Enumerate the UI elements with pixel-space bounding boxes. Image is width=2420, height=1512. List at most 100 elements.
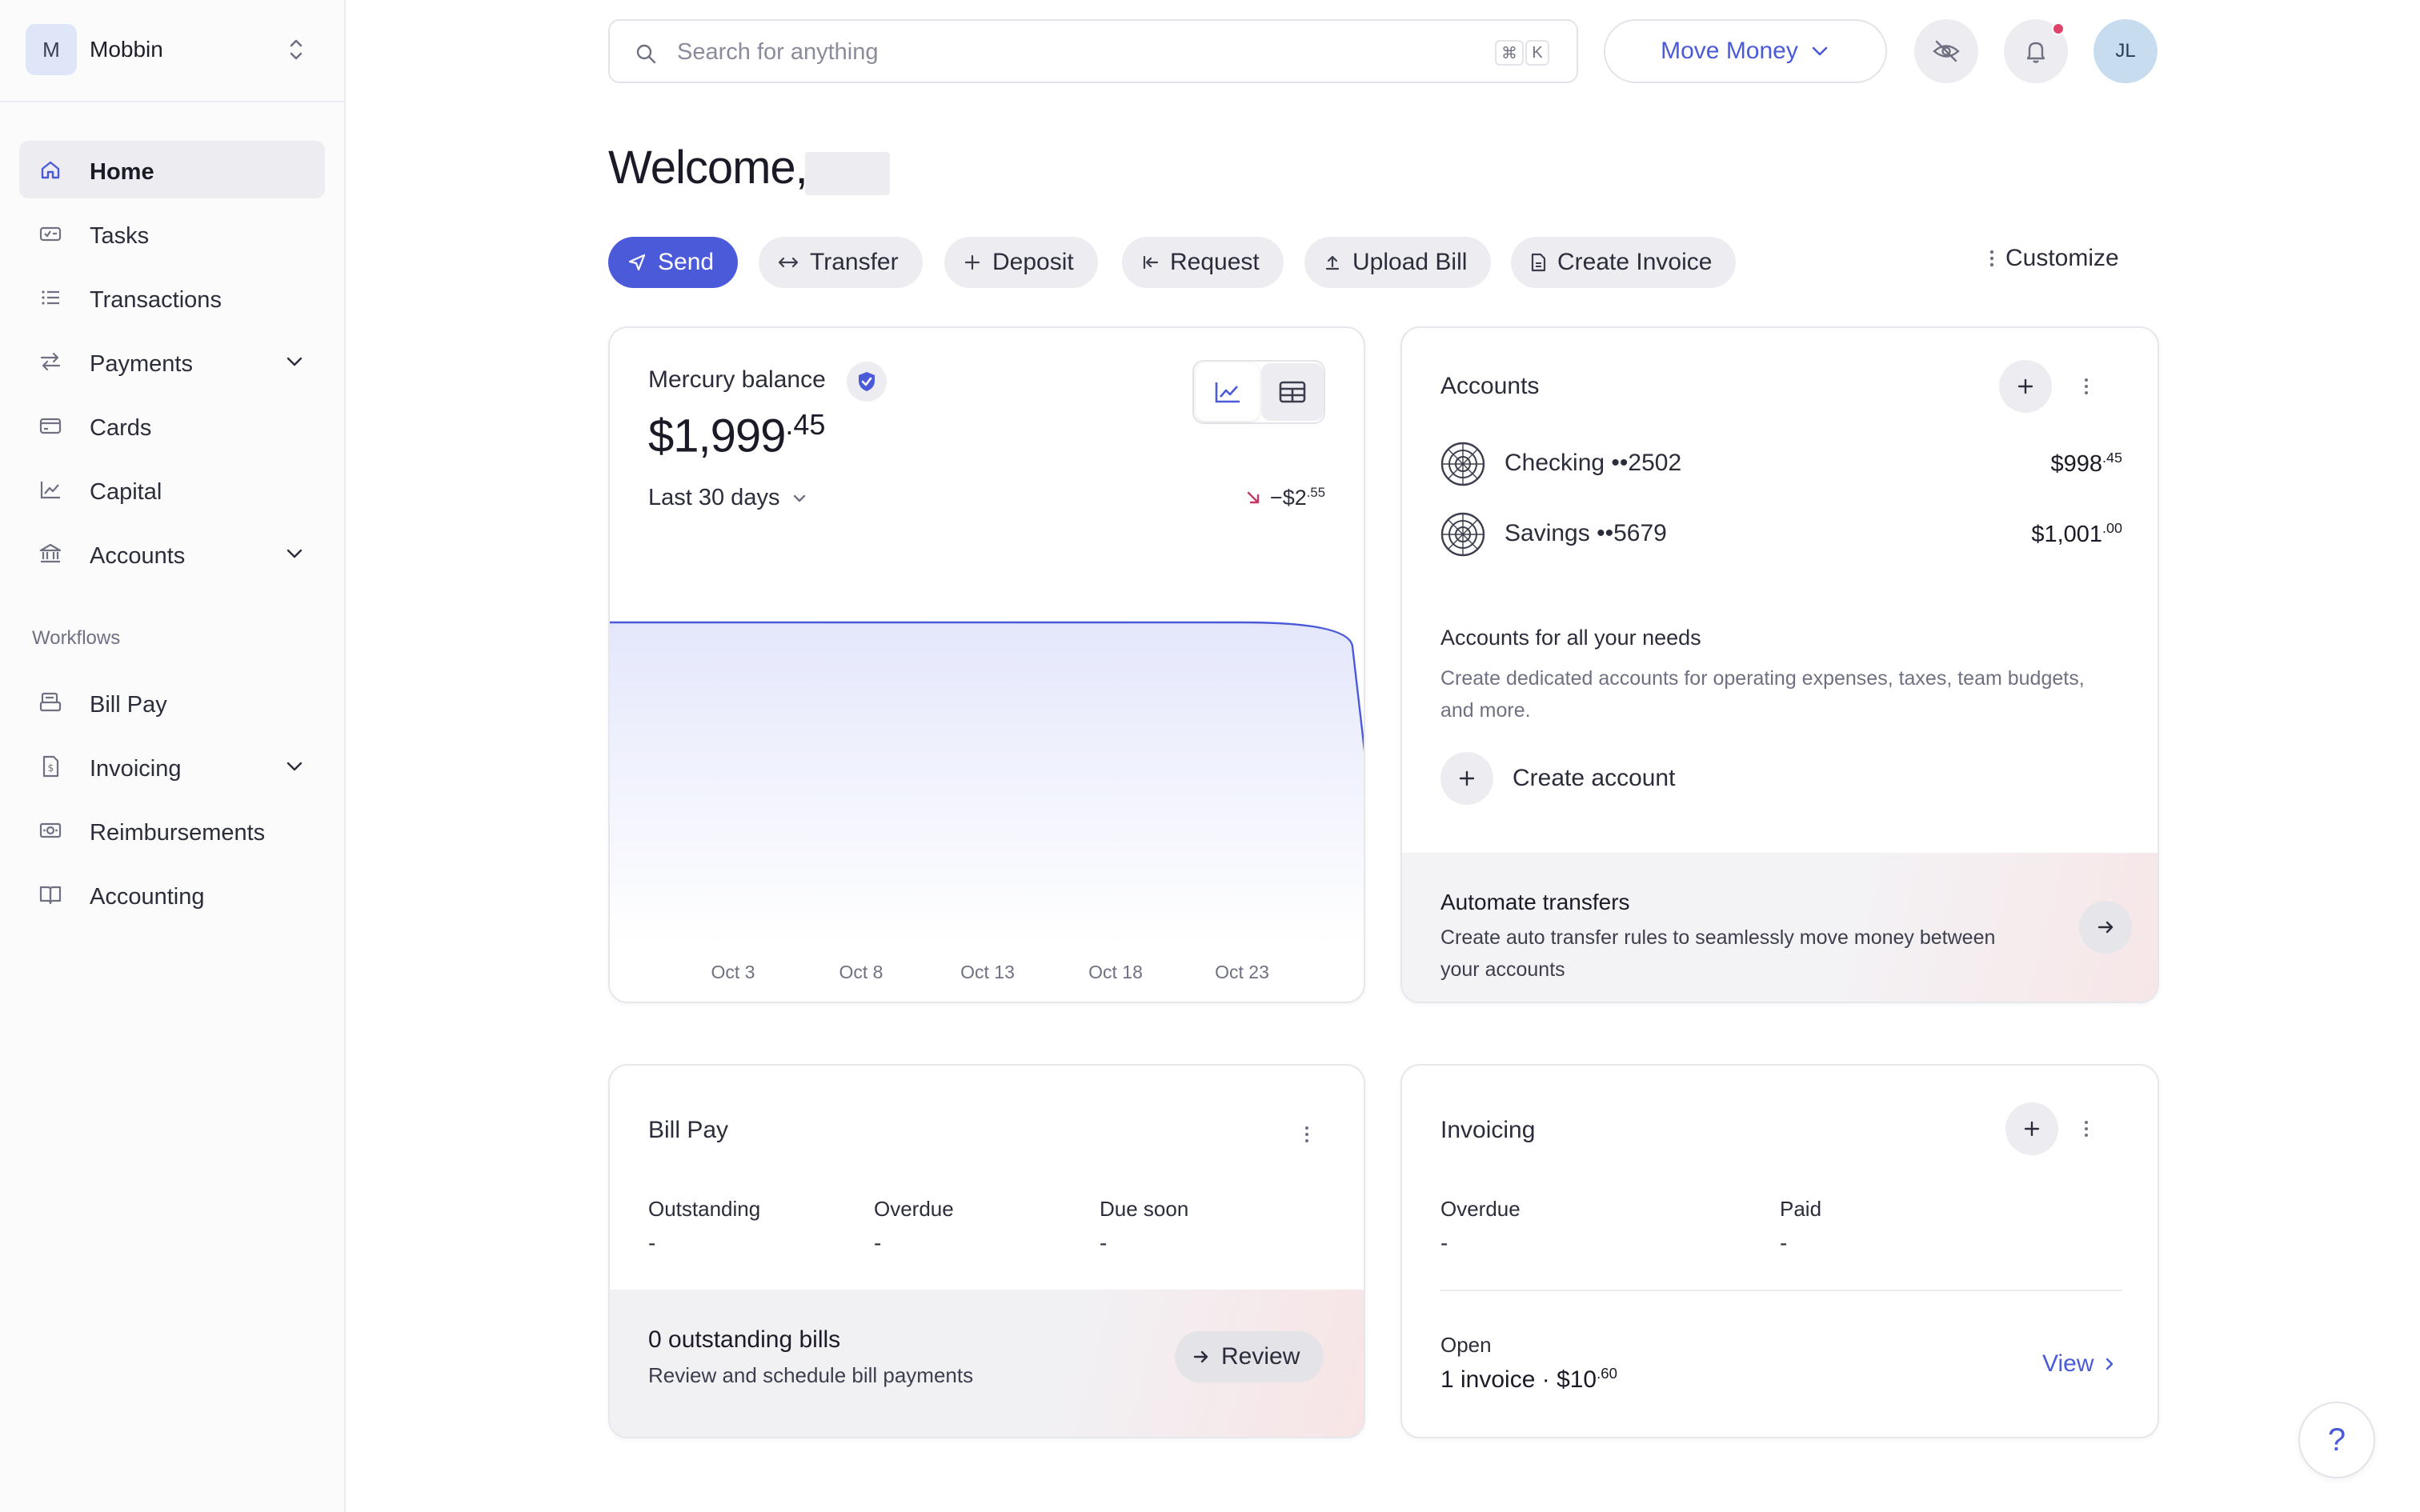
add-account-button[interactable]	[1999, 360, 2052, 413]
hide-balance-button[interactable]	[1914, 19, 1978, 83]
period-label: Last 30 days	[648, 485, 780, 510]
list-icon	[42, 290, 59, 305]
kebab-icon	[2085, 1121, 2088, 1137]
sidebar-item-accounts[interactable]: Accounts	[19, 525, 325, 582]
period-selector[interactable]: Last 30 days	[648, 485, 808, 511]
transfer-button[interactable]: Transfer	[759, 237, 923, 288]
sidebar-item-bill-pay[interactable]: Bill Pay	[19, 674, 325, 731]
search-input[interactable]	[677, 34, 1397, 70]
page-title: Welcome,	[608, 142, 808, 194]
chart-area	[610, 622, 1364, 944]
sidebar-item-label: Accounting	[90, 884, 205, 910]
account-balance-cents: .45	[2102, 450, 2122, 466]
send-label: Send	[658, 249, 715, 275]
chart-view-button[interactable]	[1196, 363, 1260, 421]
chevron-updown-icon	[290, 39, 302, 60]
due-soon-label: Due soon	[1100, 1197, 1189, 1221]
automate-title: Automate transfers	[1440, 890, 1630, 914]
help-button[interactable]: ?	[2298, 1402, 2375, 1478]
org-avatar: M	[26, 24, 77, 75]
invoice-paid-value: -	[1780, 1230, 1788, 1255]
verified-badge	[847, 362, 887, 402]
invoicing-card: Invoicing Overdue - Paid - Open 1 invoic…	[1400, 1064, 2159, 1438]
customize-button[interactable]: Customize	[1989, 245, 2119, 272]
plus-icon	[2017, 378, 2033, 394]
chevron-down-icon	[1812, 46, 1828, 56]
workflows-section-label: Workflows	[32, 627, 121, 649]
view-label: View	[2042, 1350, 2094, 1377]
account-balance-main: $998	[2050, 450, 2103, 477]
request-icon	[1143, 255, 1159, 270]
accounts-promo-description: Create dedicated accounts for operating …	[1440, 667, 2085, 722]
sidebar-item-home[interactable]: Home	[19, 141, 325, 198]
invoicing-menu-button[interactable]	[2074, 1113, 2098, 1145]
review-button[interactable]: Review	[1175, 1331, 1324, 1382]
sidebar-item-label: Invoicing	[90, 756, 182, 782]
invoice-overdue-value: -	[1440, 1230, 1448, 1255]
table-icon	[1279, 381, 1306, 403]
move-money-label: Move Money	[1661, 38, 1798, 64]
sidebar-item-capital[interactable]: Capital	[19, 461, 325, 518]
bill-pay-footer: 0 outstanding bills Review and schedule …	[610, 1290, 1364, 1437]
chevron-down-icon	[286, 762, 302, 771]
overdue-value: -	[874, 1230, 882, 1255]
account-row-savings[interactable]: Savings ••5679 $1,001.00	[1440, 510, 2122, 558]
chevron-down-icon	[794, 494, 806, 502]
sidebar-item-cards[interactable]: Cards	[19, 397, 325, 454]
eye-off-icon	[1933, 40, 1960, 62]
table-view-button[interactable]	[1261, 363, 1324, 421]
automate-transfers-banner[interactable]: Automate transfers Create auto transfer …	[1402, 853, 2158, 1002]
bank-icon	[39, 543, 62, 563]
move-money-button[interactable]: Move Money	[1604, 19, 1887, 83]
account-name-text: Savings	[1504, 520, 1590, 546]
view-invoices-link[interactable]: View	[2042, 1350, 2116, 1378]
outstanding-bills-description: Review and schedule bill payments	[648, 1363, 974, 1387]
redacted-user-name	[805, 152, 890, 195]
invoice-icon: $	[42, 755, 59, 778]
accounts-promo-title: Accounts for all your needs	[1440, 626, 1701, 650]
create-invoice-label: Create Invoice	[1557, 249, 1713, 275]
sidebar-item-transactions[interactable]: Transactions	[19, 269, 325, 326]
open-invoices-label: Open	[1440, 1333, 1492, 1357]
svg-text:$: $	[48, 762, 54, 774]
search-bar[interactable]: ⌘ K	[608, 19, 1578, 83]
automate-description: Create auto transfer rules to seamlessly…	[1440, 926, 1996, 981]
deposit-button[interactable]: Deposit	[944, 237, 1098, 288]
line-chart-icon	[40, 482, 60, 499]
plus-icon	[964, 254, 980, 270]
balance-change: −$2.55	[1244, 485, 1325, 510]
arrows-horizontal-icon	[778, 257, 799, 268]
upload-icon	[1325, 255, 1340, 270]
create-account-button[interactable]: Create account	[1440, 752, 1675, 805]
request-button[interactable]: Request	[1122, 237, 1284, 288]
shortcut-cmd-key: ⌘	[1495, 40, 1524, 66]
upload-bill-button[interactable]: Upload Bill	[1304, 237, 1492, 288]
sidebar-item-invoicing[interactable]: $ Invoicing	[19, 738, 325, 795]
sidebar-item-accounting[interactable]: Accounting	[19, 866, 325, 923]
account-row-checking[interactable]: Checking ••2502 $998.45	[1440, 440, 2122, 488]
open-invoices-value: 1 invoice · $10.60	[1440, 1365, 1617, 1394]
bill-pay-menu-button[interactable]	[1295, 1118, 1319, 1150]
add-invoice-button[interactable]	[2005, 1102, 2058, 1155]
automate-arrow-button[interactable]	[2079, 901, 2132, 954]
card-icon	[39, 418, 62, 434]
create-invoice-button[interactable]: Create Invoice	[1511, 237, 1737, 288]
bill-icon	[39, 692, 62, 712]
user-avatar[interactable]: JL	[2093, 19, 2158, 83]
sidebar-item-tasks[interactable]: Tasks	[19, 205, 325, 262]
sidebar-item-reimbursements[interactable]: Reimbursements	[19, 802, 325, 859]
plus-icon	[2024, 1121, 2040, 1137]
kebab-icon	[1989, 250, 1994, 267]
account-name: Checking ••2502	[1504, 450, 1681, 477]
open-invoices-cents: .60	[1597, 1365, 1617, 1382]
sidebar-item-payments[interactable]: Payments	[19, 333, 325, 390]
mercury-logo-icon	[1440, 442, 1485, 486]
outstanding-value: -	[648, 1230, 656, 1255]
accounts-menu-button[interactable]	[2074, 370, 2098, 402]
send-button[interactable]: Send	[608, 237, 739, 288]
x-tick-label: Oct 8	[839, 962, 883, 982]
chart-view-toggle	[1192, 360, 1325, 424]
arrows-swap-icon	[40, 352, 61, 371]
org-switcher[interactable]: M Mobbin	[0, 0, 344, 102]
upload-bill-label: Upload Bill	[1352, 249, 1468, 275]
